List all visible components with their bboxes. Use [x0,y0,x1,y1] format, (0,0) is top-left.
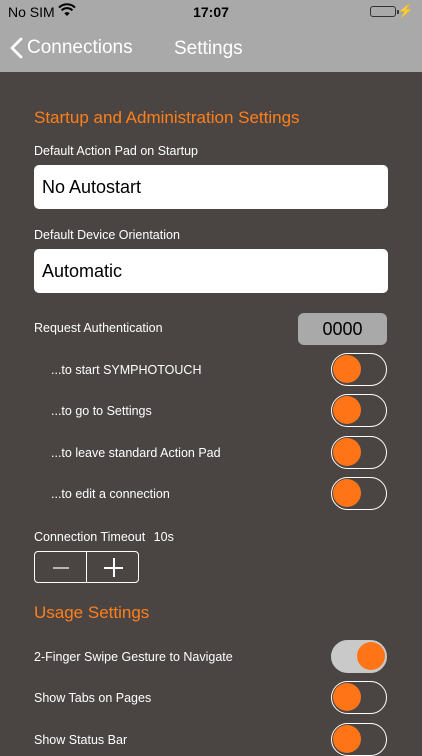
startup-section-title: Startup and Administration Settings [34,108,300,127]
back-button[interactable]: Connections [10,34,133,62]
usage-section-title: Usage Settings [34,603,150,622]
swipe-gesture-toggle[interactable] [331,640,387,673]
default-action-pad-select[interactable]: No Autostart [34,165,388,209]
toggle-knob [357,642,385,670]
decrement-button[interactable] [35,552,86,582]
auth-start-toggle[interactable] [331,353,387,386]
pin-field[interactable]: 0000 [298,313,387,345]
auth-edit-connection-toggle[interactable] [331,477,387,510]
connection-timeout-row: Connection Timeout 10s [34,530,174,544]
auth-leave-pad-toggle[interactable] [331,436,387,469]
default-orientation-select[interactable]: Automatic [34,249,388,293]
show-tabs-toggle[interactable] [331,681,387,714]
increment-button[interactable] [86,552,138,582]
clock: 17:07 [193,4,229,20]
show-tabs-label: Show Tabs on Pages [34,691,152,705]
settings-content[interactable]: Startup and Administration Settings Defa… [0,72,422,756]
chevron-left-icon [10,37,23,59]
default-action-pad-label: Default Action Pad on Startup [34,144,198,158]
bolt-icon: ⚡ [397,3,414,18]
auth-settings-toggle[interactable] [331,394,387,427]
page-title: Settings [174,38,243,59]
toggle-knob [333,725,361,753]
show-status-bar-toggle[interactable] [331,723,387,756]
connection-timeout-value: 10s [153,530,174,544]
request-auth-label: Request Authentication [34,321,163,335]
auth-settings-label: ...to go to Settings [51,404,152,418]
status-bar: No SIM 17:07 ⚡ [0,0,422,24]
toggle-knob [333,355,361,383]
minus-icon [53,567,69,569]
connection-timeout-label: Connection Timeout [34,530,146,544]
default-orientation-label: Default Device Orientation [34,228,180,242]
auth-start-label: ...to start SYMPHOTOUCH [51,363,202,377]
battery-icon [370,6,399,17]
back-label: Connections [27,37,133,58]
toggle-knob [333,396,361,424]
swipe-gesture-label: 2-Finger Swipe Gesture to Navigate [34,650,233,664]
navigation-bar: Connections Settings [0,24,422,72]
toggle-knob [333,683,361,711]
show-status-bar-label: Show Status Bar [34,733,128,747]
toggle-knob [333,479,361,507]
timeout-stepper[interactable] [34,551,139,583]
toggle-knob [333,438,361,466]
auth-edit-connection-label: ...to edit a connection [51,487,170,501]
auth-leave-pad-label: ...to leave standard Action Pad [51,446,221,460]
